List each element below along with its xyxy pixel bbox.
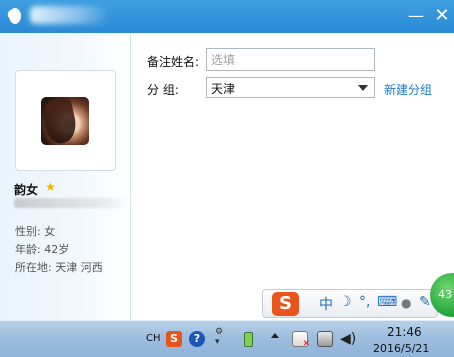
language-indicator[interactable]: CH [146,333,161,344]
sogou-icon[interactable]: S [272,292,299,316]
profile-panel: 韵女 ★ 性别: 女 年龄: 42岁 所在地: 天津 河西 [0,33,132,320]
group-select-value: 天津 [211,82,236,96]
clock-date[interactable]: 2016/5/21 [373,342,429,355]
blurred-signature [14,198,132,208]
minimize-button[interactable]: — [407,7,425,25]
punctuation-button[interactable]: °, [359,294,370,310]
show-hidden-icons-icon[interactable] [271,333,279,338]
sogou-tray-icon[interactable]: S [166,331,182,347]
group-label: 分 组: [147,83,179,97]
action-center-icon[interactable] [292,331,310,349]
network-icon[interactable] [317,331,333,347]
location-info: 所在地: 天津 河西 [15,261,103,274]
avatar[interactable] [41,97,89,145]
keyboard-icon[interactable]: ⌨ [377,294,397,310]
usb-icon[interactable] [244,332,253,347]
title-bar: — ✕ [0,0,454,33]
remark-name-input[interactable] [206,48,375,71]
help-icon[interactable]: ? [189,331,205,347]
ime-options-icon[interactable]: ⚙ ▾ [215,327,223,347]
avatar-frame [15,70,116,171]
close-button[interactable]: ✕ [433,7,451,25]
qq-penguin-icon [7,8,21,24]
volume-icon[interactable]: ◀) [340,331,356,347]
remark-label: 备注姓名: [147,55,200,69]
group-select[interactable]: 天津 [206,77,375,98]
nickname: 韵女 [14,183,39,197]
clock-time[interactable]: 21:46 [387,325,422,339]
age-info: 年龄: 42岁 [15,243,70,256]
gender-info: 性别: 女 [15,225,56,238]
blurred-contact-name [30,6,110,24]
user-icon[interactable]: ● [401,296,411,310]
tools-icon[interactable]: ✎ [419,294,431,310]
taskbar: CH S ? ⚙▾ ◀) 21:46 2016/5/21 [0,320,454,357]
moon-icon[interactable]: ☽ [339,294,352,310]
ime-toolbar: S 中 ☽ °, ⌨ ● ✎ [262,289,438,318]
chinese-mode-button[interactable]: 中 [319,294,333,314]
new-group-link[interactable]: 新建分组 [384,81,432,98]
chevron-down-icon [358,85,368,91]
star-icon: ★ [45,180,56,194]
